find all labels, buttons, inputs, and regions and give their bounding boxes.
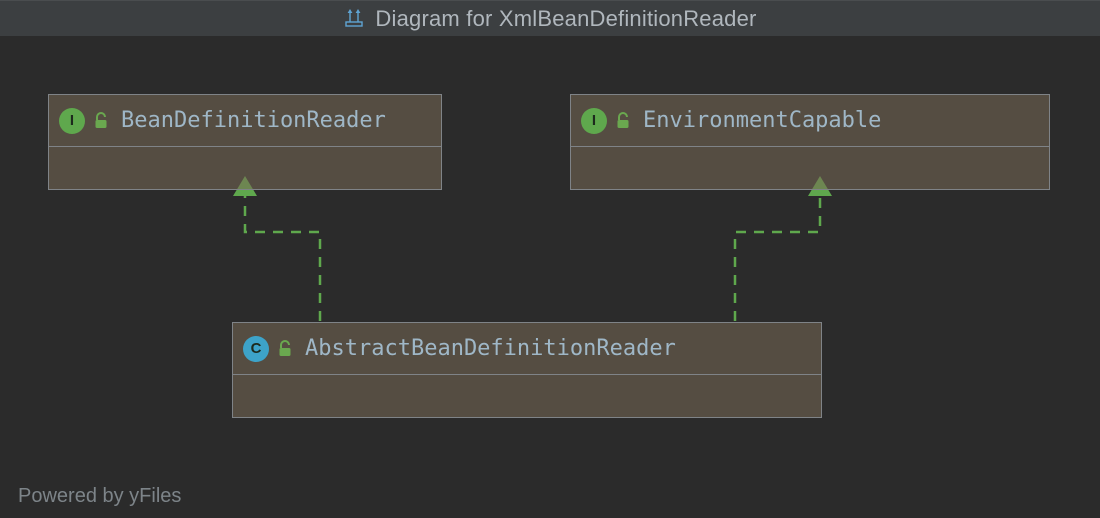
powered-by-label: Powered by yFiles (18, 485, 181, 508)
node-body (49, 147, 441, 191)
diagram-canvas[interactable]: I BeanDefinitionReader I E (0, 36, 1100, 518)
lock-icon (93, 112, 109, 130)
diagram-icon (343, 8, 365, 30)
node-abstract-bean-definition-reader[interactable]: C AbstractBeanDefinitionReader (232, 322, 822, 418)
node-header: C AbstractBeanDefinitionReader (233, 323, 821, 375)
node-body (233, 375, 821, 419)
badge-letter: C (251, 340, 262, 357)
badge-letter: I (70, 112, 74, 129)
lock-icon (615, 112, 631, 130)
tab-bar: Diagram for XmlBeanDefinitionReader (0, 0, 1100, 37)
node-body (571, 147, 1049, 191)
interface-badge-icon: I (59, 108, 85, 134)
tab-title[interactable]: Diagram for XmlBeanDefinitionReader (375, 6, 756, 32)
node-header: I BeanDefinitionReader (49, 95, 441, 147)
node-header: I EnvironmentCapable (571, 95, 1049, 147)
badge-letter: I (592, 112, 596, 129)
lock-icon (277, 340, 293, 358)
interface-badge-icon: I (581, 108, 607, 134)
node-title: EnvironmentCapable (643, 108, 881, 133)
class-badge-icon: C (243, 336, 269, 362)
node-title: AbstractBeanDefinitionReader (305, 336, 676, 361)
node-title: BeanDefinitionReader (121, 108, 386, 133)
node-bean-definition-reader[interactable]: I BeanDefinitionReader (48, 94, 442, 190)
node-environment-capable[interactable]: I EnvironmentCapable (570, 94, 1050, 190)
